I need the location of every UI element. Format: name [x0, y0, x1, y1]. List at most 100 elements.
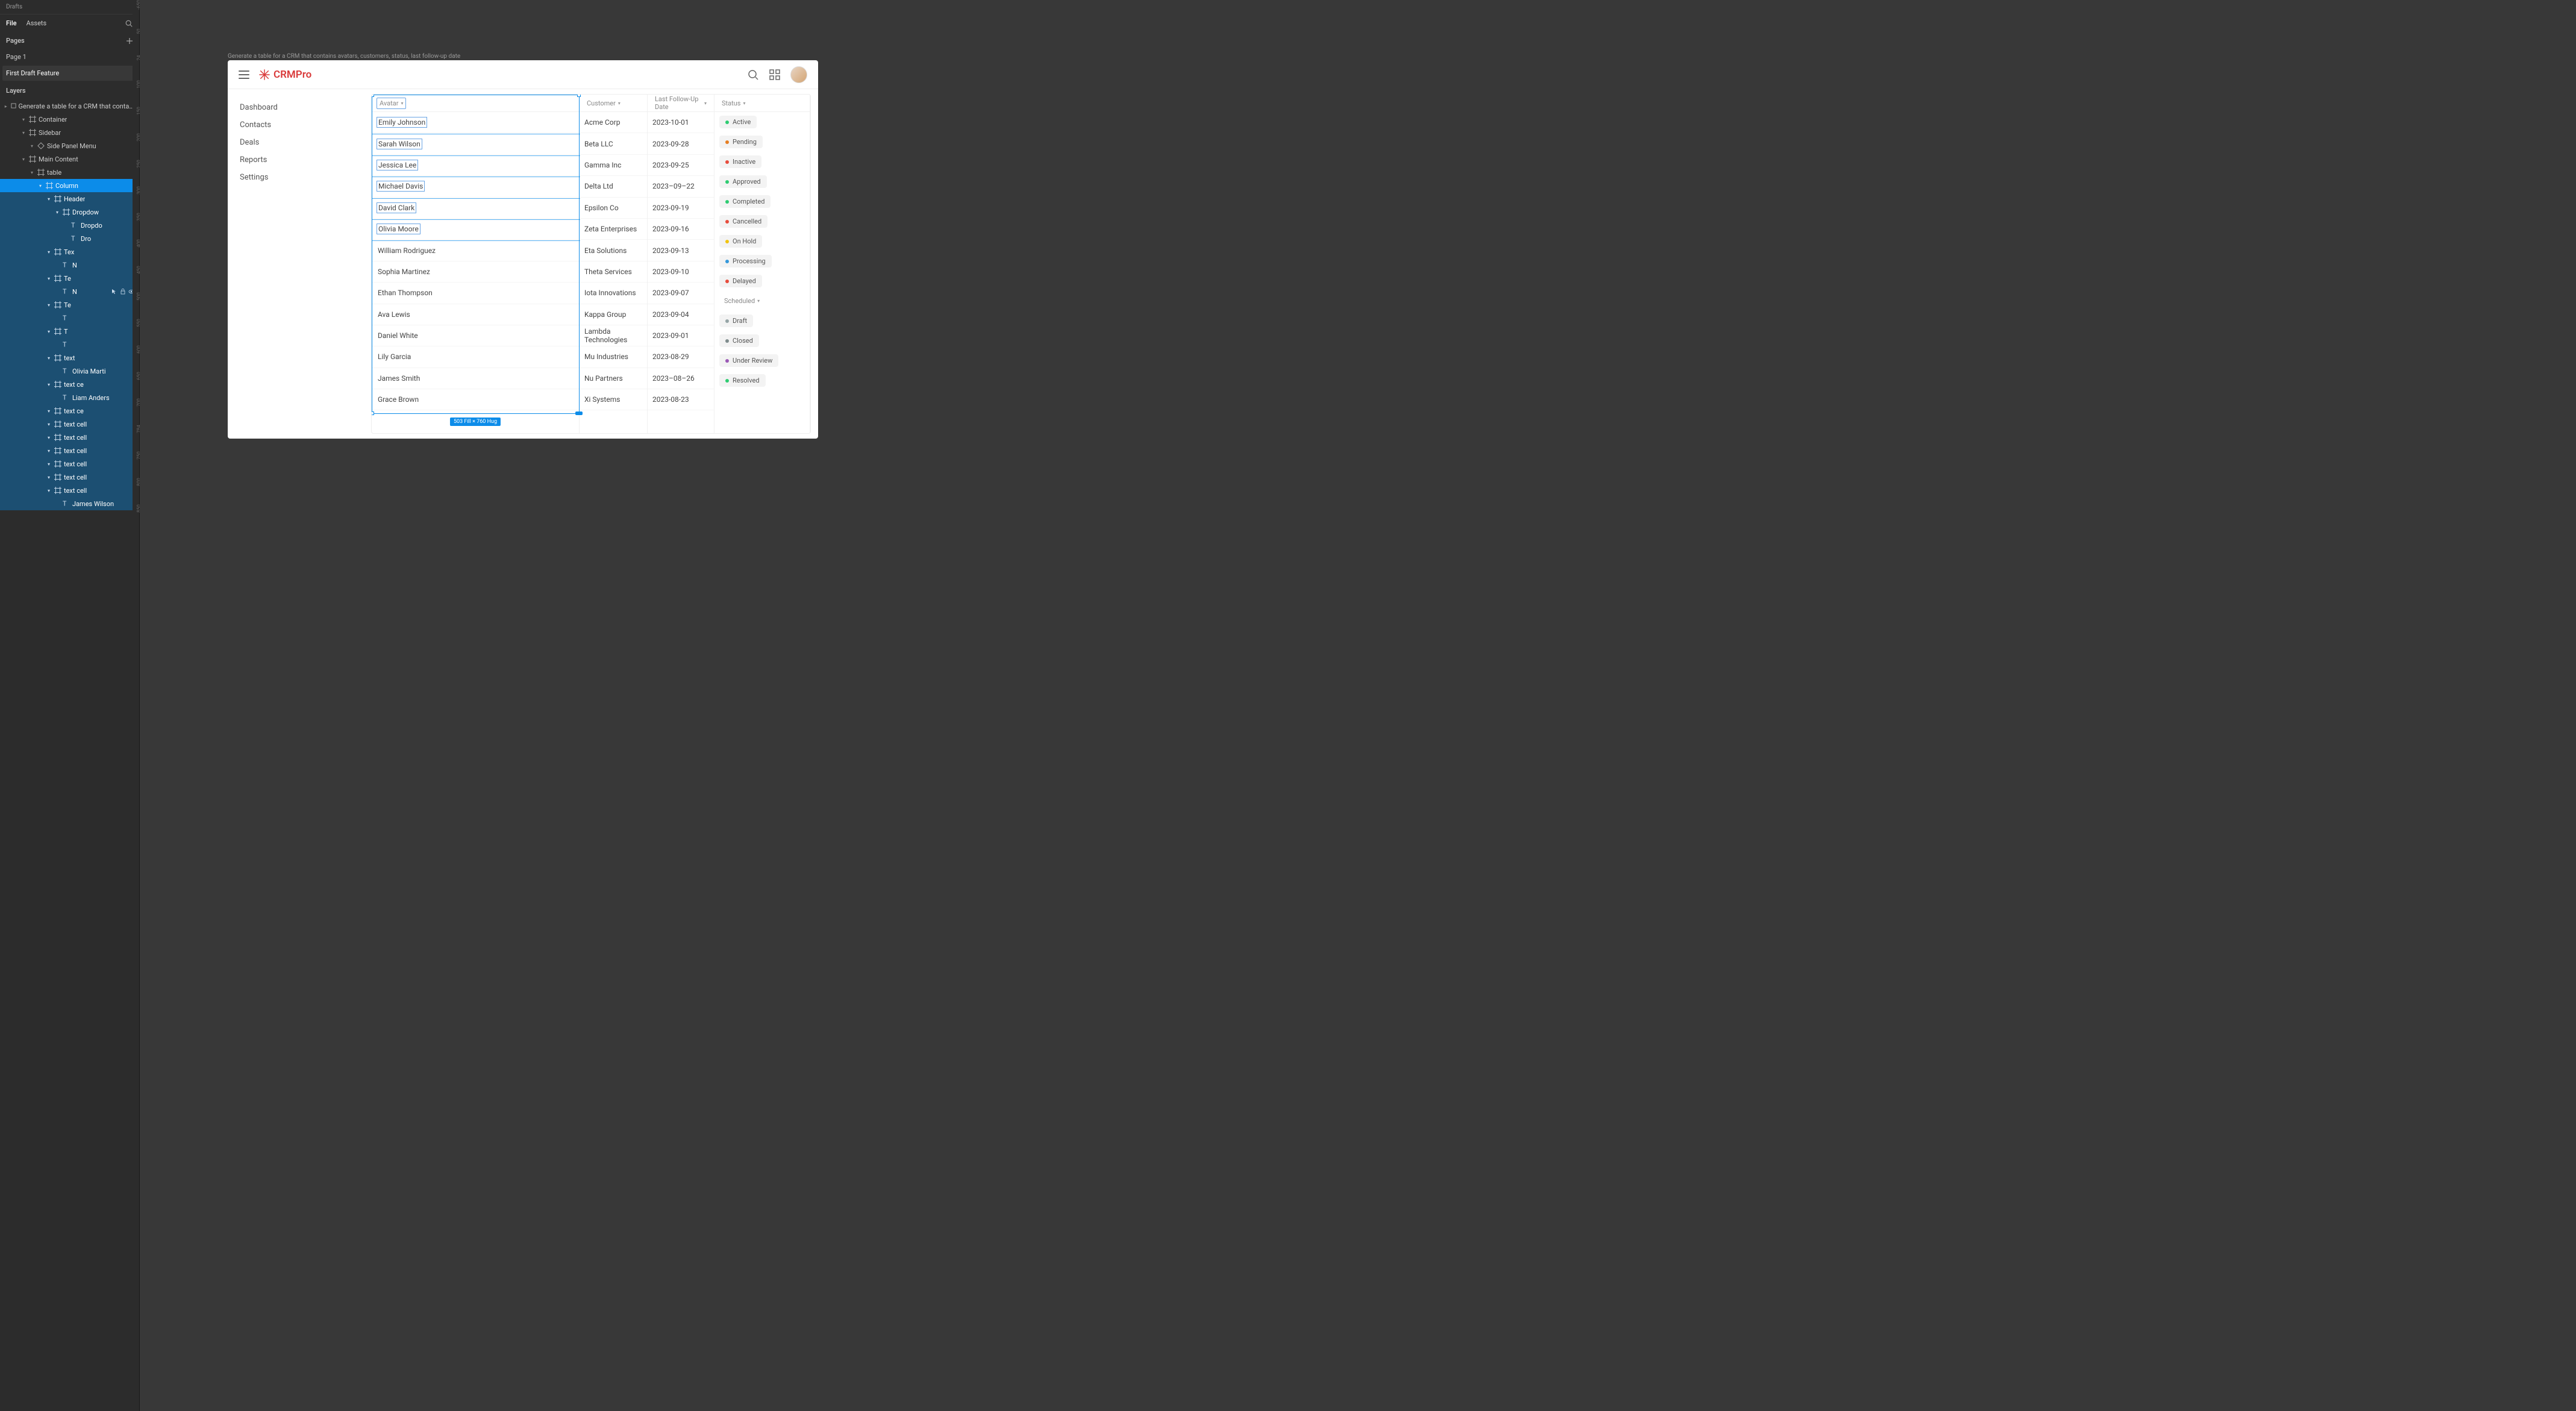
table-cell-customer[interactable]: Eta Solutions	[580, 240, 647, 261]
layer-row[interactable]: ▾text ce	[0, 378, 139, 391]
table-cell-name[interactable]: Olivia Moore	[372, 219, 579, 240]
layer-row[interactable]: ▾Main Content	[0, 152, 139, 166]
layer-row[interactable]: ▾Sidebar	[0, 126, 139, 139]
layer-row[interactable]: ▾table	[0, 166, 139, 179]
layer-row[interactable]: ▾text cell	[0, 484, 139, 497]
table-cell-status[interactable]: Completed	[714, 192, 810, 211]
table-cell-customer[interactable]: Delta Ltd	[580, 176, 647, 197]
table-cell-date[interactable]: 2023-09-01	[648, 325, 714, 346]
canvas[interactable]: Generate a table for a CRM that contains…	[140, 0, 2576, 1411]
table-cell-customer[interactable]: Mu Industries	[580, 346, 647, 368]
layer-root[interactable]: ▸ Generate a table for a CRM that contai…	[0, 99, 139, 113]
table-cell-name[interactable]: James Smith	[372, 368, 579, 389]
column-header-avatar[interactable]: Avatar ▾	[372, 95, 579, 112]
layer-row[interactable]: ▾text cell	[0, 444, 139, 457]
layer-row[interactable]: TJames Wilson	[0, 497, 139, 510]
table-cell-name[interactable]: Jessica Lee	[372, 155, 579, 176]
table-cell-name[interactable]: Lily Garcia	[372, 346, 579, 368]
layer-row[interactable]: TLiam Anders	[0, 391, 139, 404]
table-cell-status[interactable]: Active	[714, 112, 810, 132]
table-cell-date[interactable]: 2023-09-16	[648, 219, 714, 240]
layer-row[interactable]: ▾text ce	[0, 404, 139, 418]
table-cell-date[interactable]: 2023-09-25	[648, 155, 714, 176]
table-cell-customer[interactable]: Kappa Group	[580, 304, 647, 325]
table-cell-status[interactable]: Cancelled	[714, 211, 810, 231]
table-cell-name[interactable]: William Rodriguez	[372, 240, 579, 261]
table-cell-customer[interactable]: Acme Corp	[580, 112, 647, 133]
table-cell-customer[interactable]: Xi Systems	[580, 389, 647, 410]
layer-row[interactable]: TDro	[0, 232, 139, 245]
sidebar-item-reports[interactable]: Reports	[240, 151, 359, 169]
table-cell-customer[interactable]: Beta LLC	[580, 133, 647, 154]
table-cell-date[interactable]: 2023-09-28	[648, 133, 714, 154]
layer-row[interactable]: T	[0, 311, 139, 325]
search-icon[interactable]	[125, 19, 133, 28]
table-cell-customer[interactable]: Theta Services	[580, 261, 647, 283]
layer-row[interactable]: ▾text cell	[0, 457, 139, 471]
layer-row[interactable]: ▾Container	[0, 113, 139, 126]
lock-icon[interactable]	[120, 289, 126, 295]
table-cell-status[interactable]: Delayed	[714, 271, 810, 291]
tab-file[interactable]: File	[6, 19, 17, 27]
table-cell-date[interactable]: 2023-09-07	[648, 283, 714, 304]
table-cell-status[interactable]: Pending	[714, 132, 810, 152]
table-cell-date[interactable]: 2023-09-19	[648, 198, 714, 219]
table-cell-date[interactable]: 2023–08–26	[648, 368, 714, 389]
design-frame[interactable]: CRMPro DashboardContactsDealsReportsSett…	[228, 60, 818, 439]
page-item[interactable]: First Draft Feature	[2, 66, 137, 81]
layer-row[interactable]: ▾Header	[0, 192, 139, 205]
sidebar-item-dashboard[interactable]: Dashboard	[240, 99, 359, 116]
sidebar-item-contacts[interactable]: Contacts	[240, 116, 359, 134]
layer-row[interactable]: TN	[0, 258, 139, 272]
table-cell-customer[interactable]: Epsilon Co	[580, 198, 647, 219]
table-cell-date[interactable]: 2023-09-13	[648, 240, 714, 261]
table-cell-status[interactable]: Processing	[714, 251, 810, 271]
layer-row[interactable]: TOlivia Marti	[0, 364, 139, 378]
table-cell-customer[interactable]: Iota Innovations	[580, 283, 647, 304]
table-cell-name[interactable]: David Clark	[372, 198, 579, 219]
table-cell-date[interactable]: 2023-10-01	[648, 112, 714, 133]
layer-row[interactable]: ▾T	[0, 325, 139, 338]
layer-row[interactable]: ▾Te	[0, 272, 139, 285]
layer-row[interactable]: ▾Tex	[0, 245, 139, 258]
layer-row[interactable]: ▾text cell	[0, 418, 139, 431]
table-cell-name[interactable]: Grace Brown	[372, 389, 579, 410]
table-cell-status[interactable]: Scheduled▾	[714, 291, 810, 311]
breadcrumb[interactable]: Drafts	[0, 0, 139, 14]
layer-row[interactable]: ▾text	[0, 351, 139, 364]
table-cell-status[interactable]: Resolved	[714, 371, 810, 390]
table-cell-status[interactable]: Under Review	[714, 351, 810, 371]
column-header-date[interactable]: Last Follow-Up Date ▾	[648, 95, 714, 112]
layer-row[interactable]: T	[0, 338, 139, 351]
page-item[interactable]: Page 1	[0, 49, 139, 64]
table-cell-name[interactable]: Emily Johnson	[372, 112, 579, 133]
layer-row[interactable]: TDropdo	[0, 219, 139, 232]
table-cell-date[interactable]: 2023-09-10	[648, 261, 714, 283]
layer-row[interactable]: ▾Side Panel Menu	[0, 139, 139, 152]
table-cell-customer[interactable]: Lambda Technologies	[580, 325, 647, 346]
sidebar-item-settings[interactable]: Settings	[240, 169, 359, 186]
layer-row[interactable]: TN	[0, 285, 139, 298]
table-cell-status[interactable]: Closed	[714, 331, 810, 351]
search-icon[interactable]	[747, 69, 759, 81]
avatar[interactable]	[790, 66, 807, 83]
column-header-status[interactable]: Status ▾	[714, 95, 810, 112]
table-cell-date[interactable]: 2023–09–22	[648, 176, 714, 197]
table-cell-status[interactable]: Approved	[714, 172, 810, 192]
table-cell-name[interactable]: Michael Davis	[372, 176, 579, 197]
table-cell-name[interactable]: Sarah Wilson	[372, 133, 579, 154]
table-cell-name[interactable]: Daniel White	[372, 325, 579, 346]
sidebar-item-deals[interactable]: Deals	[240, 134, 359, 151]
table-cell-customer[interactable]: Gamma Inc	[580, 155, 647, 176]
table-cell-status[interactable]: On Hold	[714, 231, 810, 251]
table-cell-status[interactable]: Draft	[714, 311, 810, 331]
table-cell-date[interactable]: 2023-08-23	[648, 389, 714, 410]
layer-row[interactable]: ▾text cell	[0, 431, 139, 444]
table-cell-date[interactable]: 2023-08-29	[648, 346, 714, 368]
grid-icon[interactable]	[769, 69, 781, 81]
table-cell-date[interactable]: 2023-09-04	[648, 304, 714, 325]
layer-row[interactable]: ▾Dropdow	[0, 205, 139, 219]
table-cell-name[interactable]: Ethan Thompson	[372, 283, 579, 304]
layer-row[interactable]: ▾Te	[0, 298, 139, 311]
column-header-customer[interactable]: Customer ▾	[580, 95, 647, 112]
